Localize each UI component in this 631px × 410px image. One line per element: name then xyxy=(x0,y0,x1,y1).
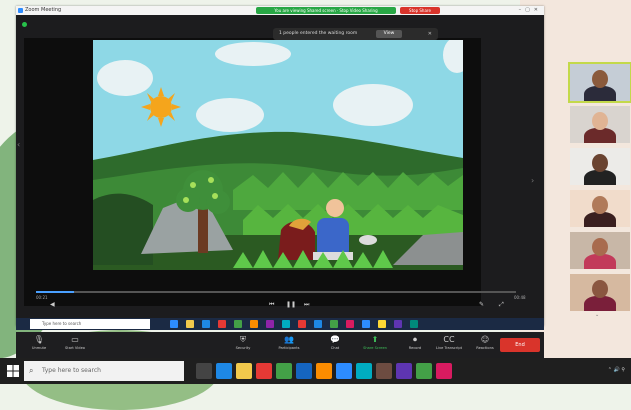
end-button[interactable]: End xyxy=(500,338,540,352)
volume-icon[interactable]: ◀ xyxy=(50,301,55,308)
inner-app-icon xyxy=(234,320,242,328)
video-icon: ▭ xyxy=(71,335,79,344)
windows-taskbar: ⌕ Type here to search ⌃ 🔊 ⚲ xyxy=(0,358,631,384)
inner-app-icon xyxy=(394,320,402,328)
inner-app-icon xyxy=(362,320,370,328)
file-explorer-icon[interactable] xyxy=(236,363,252,379)
taskbar-search-input[interactable]: ⌕ Type here to search xyxy=(24,361,184,381)
video-controls: 00:21 00:48 ◀ ⏮ ❚❚ ⏭ ✎ ⤢ xyxy=(24,288,526,309)
stop-share-button[interactable]: Stop Share xyxy=(400,7,440,14)
participant-face xyxy=(592,196,608,214)
inner-app-icon xyxy=(250,320,258,328)
security-button[interactable]: ⛨ Security xyxy=(220,334,266,350)
participant-face xyxy=(592,238,608,256)
share-banner[interactable]: You are viewing Shared screen · Stop Vid… xyxy=(256,7,396,14)
participant-gallery xyxy=(568,58,631,328)
windows-logo-icon[interactable] xyxy=(6,364,20,378)
inner-app-icon xyxy=(314,320,322,328)
participant-silhouette xyxy=(584,254,616,269)
app-icon[interactable] xyxy=(376,363,392,379)
participant-tile[interactable] xyxy=(570,106,630,143)
powerpoint-icon[interactable] xyxy=(316,363,332,379)
inner-app-icon xyxy=(346,320,354,328)
task-view-icon[interactable] xyxy=(196,363,212,379)
seek-bar[interactable] xyxy=(36,291,516,293)
inner-app-icon xyxy=(410,320,418,328)
gallery-next-icon[interactable]: ⌄ xyxy=(595,312,599,318)
participant-tile[interactable] xyxy=(570,274,630,311)
inner-app-icon xyxy=(202,320,210,328)
participants-button[interactable]: 👥 Participants xyxy=(266,334,312,350)
inner-app-icon xyxy=(218,320,226,328)
app-icon[interactable] xyxy=(436,363,452,379)
security-shield-icon[interactable] xyxy=(22,22,27,27)
participant-silhouette xyxy=(584,86,616,101)
zoom-app-icon xyxy=(18,7,23,13)
search-icon: ⌕ xyxy=(29,366,34,375)
participant-tile[interactable] xyxy=(570,232,630,269)
inner-app-icon xyxy=(298,320,306,328)
shield-icon: ⛨ xyxy=(240,335,246,344)
inner-app-icon xyxy=(330,320,338,328)
app-icon[interactable] xyxy=(396,363,412,379)
zoom-window: Zoom Meeting You are viewing Shared scre… xyxy=(16,6,544,326)
sun-icon xyxy=(141,87,181,127)
close-icon[interactable]: ✕ xyxy=(428,28,432,40)
window-title: Zoom Meeting xyxy=(25,7,62,13)
rewind-icon[interactable]: ⏮ xyxy=(269,301,274,309)
inner-app-icon xyxy=(282,320,290,328)
participant-tile[interactable] xyxy=(570,148,630,185)
participant-silhouette xyxy=(584,212,616,227)
start-video-button[interactable]: ▭ Start Video xyxy=(52,334,98,350)
system-tray[interactable]: ⌃ 🔊 ⚲ xyxy=(608,367,625,373)
time-elapsed: 00:21 xyxy=(36,295,48,300)
chevron-right-icon[interactable]: › xyxy=(531,176,534,185)
search-placeholder: Type here to search xyxy=(42,367,101,374)
chevron-left-icon[interactable]: ‹ xyxy=(17,140,20,149)
inner-app-icon xyxy=(266,320,274,328)
shared-video[interactable] xyxy=(24,38,481,306)
participant-tile[interactable] xyxy=(568,62,631,103)
waiting-room-notice: 1 people entered the waiting room View ✕ xyxy=(273,28,438,40)
title-bar: Zoom Meeting You are viewing Shared scre… xyxy=(16,6,544,15)
waiting-room-text: 1 people entered the waiting room xyxy=(279,31,358,36)
inner-app-icon xyxy=(378,320,386,328)
app-icon[interactable] xyxy=(416,363,432,379)
participant-silhouette xyxy=(584,296,616,311)
video-frame-scene xyxy=(93,40,463,270)
pause-icon[interactable]: ❚❚ xyxy=(286,301,296,308)
security-label: Security xyxy=(235,346,251,350)
chrome-icon[interactable] xyxy=(256,363,272,379)
participant-face xyxy=(592,70,608,88)
participant-silhouette xyxy=(584,128,616,143)
app-icon[interactable] xyxy=(356,363,372,379)
view-waiting-room-button[interactable]: View xyxy=(376,30,402,38)
window-controls[interactable]: –▢✕ xyxy=(519,7,542,13)
seek-progress xyxy=(36,291,75,293)
fullscreen-icon[interactable]: ⤢ xyxy=(499,301,504,309)
participant-tile[interactable] xyxy=(570,190,630,227)
excel-icon[interactable] xyxy=(276,363,292,379)
inner-app-icon xyxy=(170,320,178,328)
participant-face xyxy=(592,280,608,298)
edge-icon[interactable] xyxy=(216,363,232,379)
zoom-taskbar-icon[interactable] xyxy=(336,363,352,379)
word-icon[interactable] xyxy=(296,363,312,379)
participant-silhouette xyxy=(584,170,616,185)
shared-screen-search: Type here to search xyxy=(30,319,150,329)
edit-icon[interactable]: ✎ xyxy=(479,301,484,308)
forward-icon[interactable]: ⏭ xyxy=(304,301,309,309)
participants-label: Participants xyxy=(278,346,300,350)
participant-face xyxy=(592,154,608,172)
participant-face xyxy=(592,112,608,130)
inner-app-icon xyxy=(186,320,194,328)
zoom-toolbar: 🎙 Unmute ▭ Start Video ⛨ Security 👥 Part… xyxy=(16,332,544,358)
start-video-label: Start Video xyxy=(65,346,85,350)
time-total: 00:48 xyxy=(514,295,526,300)
participants-icon: 👥 xyxy=(284,335,294,344)
